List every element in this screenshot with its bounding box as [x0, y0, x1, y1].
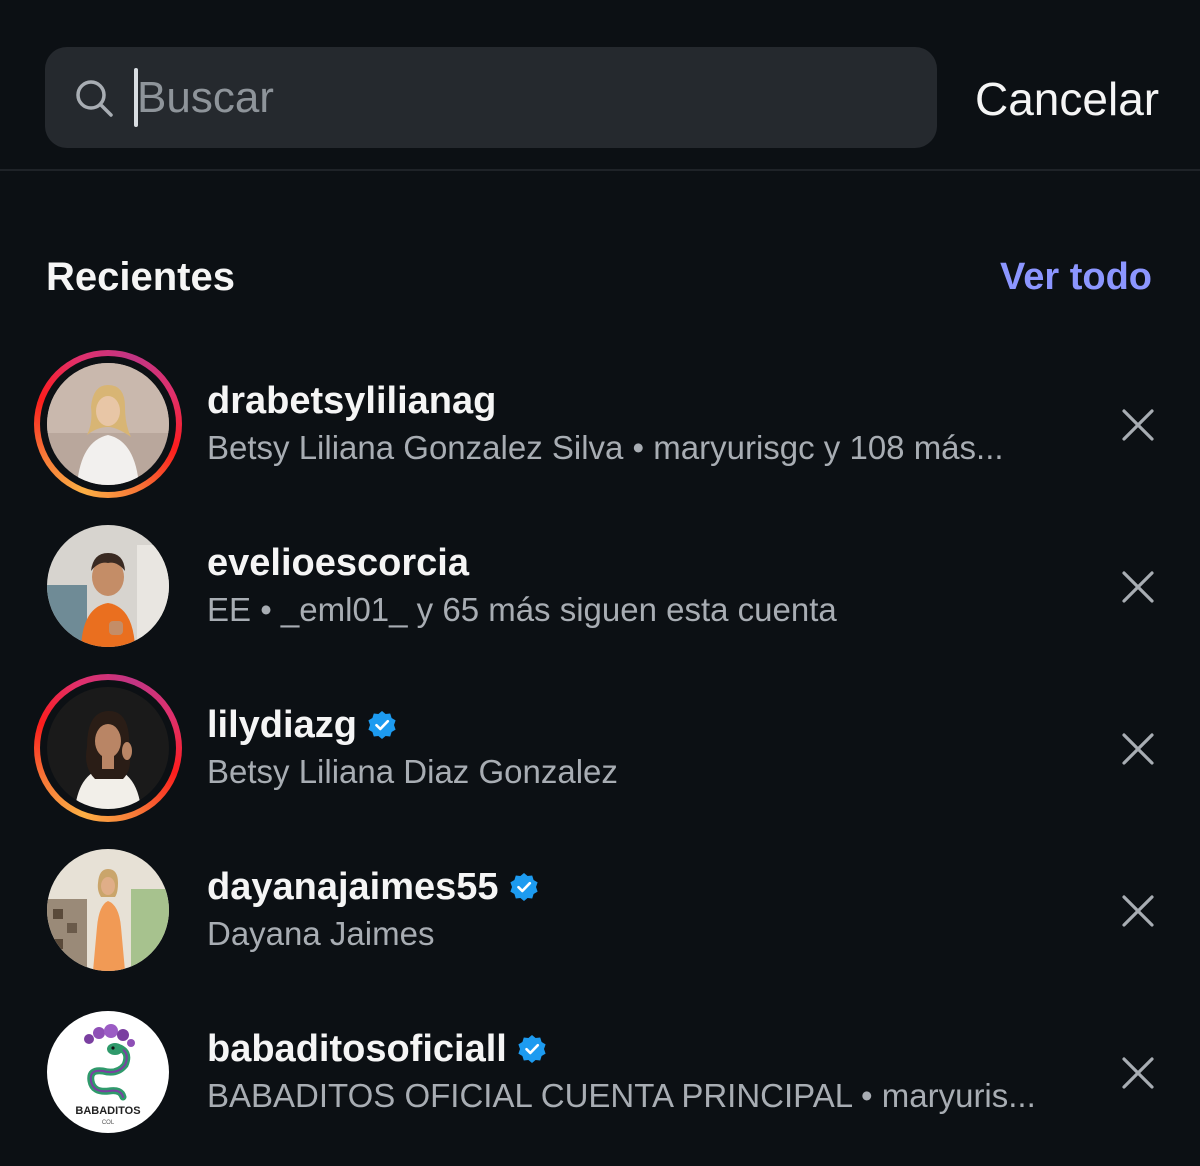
- search-bar[interactable]: [45, 47, 937, 148]
- avatar[interactable]: BABADITOS COL: [47, 1011, 169, 1133]
- avatar-frame: [34, 836, 182, 984]
- close-icon[interactable]: [1120, 569, 1156, 605]
- header-divider: [0, 169, 1200, 171]
- subtitle: EE • _eml01_ y 65 más siguen esta cuenta: [207, 591, 837, 628]
- verified-badge-icon: [509, 873, 538, 901]
- avatar[interactable]: [47, 525, 169, 647]
- avatar-frame: [34, 512, 182, 660]
- cancel-button[interactable]: Cancelar: [975, 72, 1159, 126]
- username: lilydiazg: [207, 703, 397, 747]
- username: drabetsylilianag: [207, 379, 496, 423]
- subtitle: Dayana Jaimes: [207, 915, 435, 952]
- avatar[interactable]: [47, 363, 169, 485]
- username-text: lilydiazg: [207, 704, 357, 746]
- username-text: babaditosoficiall: [207, 1028, 507, 1070]
- recent-item-evelioescorcia[interactable]: evelioescorcia EE • _eml01_ y 65 más sig…: [0, 512, 1200, 662]
- subtitle: Betsy Liliana Gonzalez Silva • maryurisg…: [207, 429, 1004, 466]
- recent-item-drabetsylilianag[interactable]: drabetsylilianag Betsy Liliana Gonzalez …: [0, 350, 1200, 500]
- username-text: drabetsylilianag: [207, 380, 497, 422]
- subtitle: Betsy Liliana Diaz Gonzalez: [207, 753, 618, 790]
- username-text: dayanajaimes55: [207, 866, 499, 908]
- close-icon[interactable]: [1120, 731, 1156, 767]
- verified-badge-icon: [368, 711, 396, 739]
- story-ring: [34, 350, 182, 498]
- search-input[interactable]: [137, 47, 897, 148]
- close-icon[interactable]: [1120, 1055, 1156, 1091]
- recent-item-babaditosoficiall[interactable]: BABADITOS COL babaditosoficiall BABADITO…: [0, 998, 1200, 1148]
- username: babaditosoficiall: [207, 1027, 547, 1071]
- search-icon: [76, 80, 113, 117]
- avatar[interactable]: [47, 849, 169, 971]
- username-text: evelioescorcia: [207, 542, 469, 584]
- babaditos-logo: BABADITOS COL: [47, 1011, 169, 1133]
- username: dayanajaimes55: [207, 865, 539, 909]
- recent-item-lilydiazg[interactable]: lilydiazg Betsy Liliana Diaz Gonzalez: [0, 674, 1200, 824]
- see-all-link[interactable]: Ver todo: [1000, 254, 1152, 300]
- username: evelioescorcia: [207, 541, 469, 585]
- logo-wordmark: BABADITOS: [75, 1105, 140, 1117]
- recent-section-title: Recientes: [46, 255, 235, 299]
- recent-item-dayanajaimes55[interactable]: dayanajaimes55 Dayana Jaimes: [0, 836, 1200, 986]
- subtitle: BABADITOS OFICIAL CUENTA PRINCIPAL • mar…: [207, 1077, 1036, 1114]
- close-icon[interactable]: [1120, 407, 1156, 443]
- story-ring: [34, 674, 182, 822]
- avatar-frame: BABADITOS COL: [34, 998, 182, 1146]
- close-icon[interactable]: [1120, 893, 1156, 929]
- logo-subtext: COL: [102, 1120, 115, 1126]
- avatar[interactable]: [47, 687, 169, 809]
- verified-badge-icon: [518, 1035, 546, 1063]
